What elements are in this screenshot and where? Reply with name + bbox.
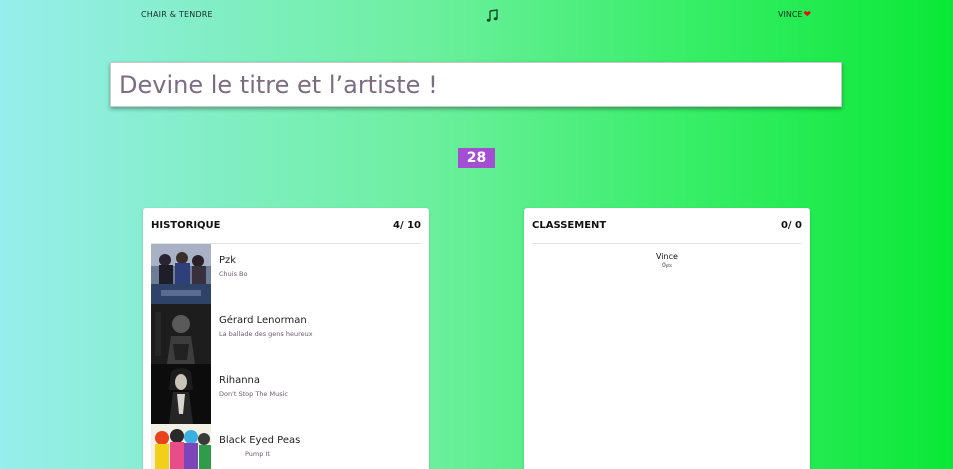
- top-bar: CHAIR & TENDRE VINCE❤: [0, 0, 953, 30]
- history-card: HISTORIQUE 4/ 10 Pzk Chuis Bo Gérard Len…: [143, 208, 429, 469]
- ranking-header: CLASSEMENT 0/ 0: [532, 208, 802, 244]
- ranking-list: Vince 0pts: [524, 252, 810, 269]
- ranking-count: 0/ 0: [780, 220, 802, 231]
- list-item[interactable]: Rihanna Don't Stop The Music: [151, 364, 421, 424]
- ranking-title: CLASSEMENT: [532, 220, 607, 231]
- track-artist: Gérard Lenorman: [219, 315, 307, 326]
- track-artist: Pzk: [219, 255, 237, 266]
- user-menu[interactable]: VINCE❤: [778, 10, 811, 20]
- history-list: Pzk Chuis Bo Gérard Lenorman La ballade …: [151, 244, 421, 469]
- list-item[interactable]: Pzk Chuis Bo: [151, 244, 421, 304]
- user-name: VINCE: [778, 10, 803, 19]
- history-title: HISTORIQUE: [151, 220, 221, 231]
- track-title: La ballade des gens heureux: [219, 330, 313, 338]
- album-cover-image: [151, 364, 211, 424]
- guess-input[interactable]: [110, 62, 842, 107]
- player-score-unit: pts: [665, 263, 673, 268]
- history-count: 4/ 10: [392, 220, 421, 231]
- brand-name[interactable]: CHAIR & TENDRE: [141, 10, 213, 19]
- list-item[interactable]: Black Eyed Peas Pump It: [151, 424, 421, 469]
- player-name: Vince: [656, 252, 678, 261]
- track-title: Pump It: [245, 450, 270, 458]
- album-cover-image: [151, 244, 211, 304]
- ranking-card: CLASSEMENT 0/ 0 Vince 0pts: [524, 208, 810, 469]
- history-header: HISTORIQUE 4/ 10: [151, 208, 421, 244]
- track-artist: Black Eyed Peas: [219, 435, 301, 446]
- list-item[interactable]: Gérard Lenorman La ballade des gens heur…: [151, 304, 421, 364]
- music-note-icon: [485, 8, 499, 22]
- countdown-timer: 28: [458, 148, 495, 168]
- track-title: Chuis Bo: [219, 270, 248, 278]
- album-cover-image: [151, 304, 211, 364]
- track-title: Don't Stop The Music: [219, 390, 288, 398]
- player-score: 0pts: [524, 262, 810, 269]
- album-cover-image: [151, 424, 211, 469]
- heart-icon: ❤: [803, 10, 812, 20]
- track-artist: Rihanna: [219, 375, 260, 386]
- ranking-row: Vince 0pts: [524, 252, 810, 269]
